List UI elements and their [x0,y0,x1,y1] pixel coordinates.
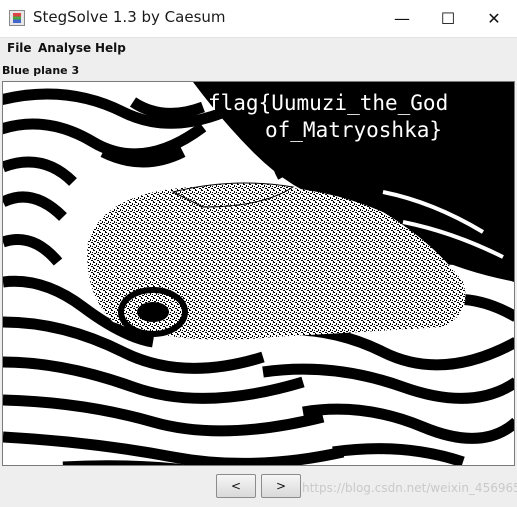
close-button[interactable]: ✕ [471,0,517,37]
watermark-text: https://blog.csdn.net/weixin_45696568 [302,481,517,495]
prev-arrow-icon: < [230,479,242,493]
flag-text-line-2: of_Matryoshka} [265,118,442,142]
close-icon: ✕ [487,9,501,28]
menu-file[interactable]: File [7,41,32,55]
window-title: StegSolve 1.3 by Caesum [33,8,226,26]
maximize-button[interactable]: ☐ [425,0,471,37]
title-bar: StegSolve 1.3 by Caesum — ☐ ✕ [0,0,517,38]
image-canvas: flag{Uumuzi_the_God of_Matryoshka} [2,81,515,466]
minimize-button[interactable]: — [379,0,425,37]
next-plane-button[interactable]: > [261,474,301,498]
bit-plane-image: flag{Uumuzi_the_God of_Matryoshka} [3,82,514,465]
flag-text-line-1: flag{Uumuzi_the_God [208,91,448,115]
maximize-icon: ☐ [440,9,456,28]
menu-help[interactable]: Help [95,41,126,55]
menu-analyse[interactable]: Analyse [38,41,91,55]
minimize-icon: — [394,9,410,28]
next-arrow-icon: > [275,479,287,493]
menu-bar: File Analyse Help [0,38,517,59]
plane-label: Blue plane 3 [2,64,80,77]
app-icon [9,10,25,26]
prev-plane-button[interactable]: < [216,474,256,498]
